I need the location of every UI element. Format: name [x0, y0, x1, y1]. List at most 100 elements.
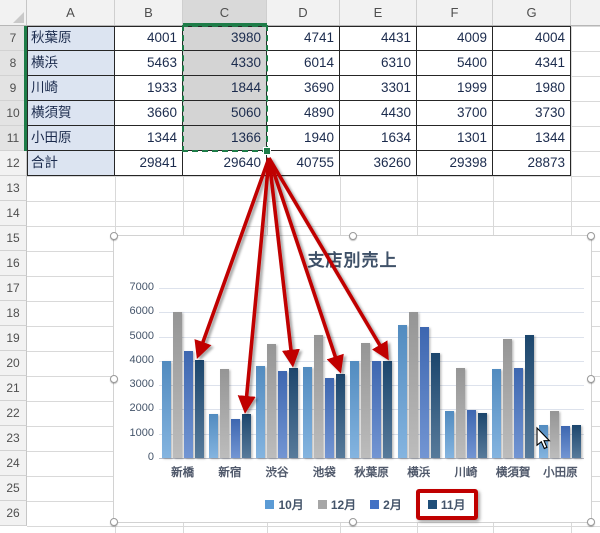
chart-resize-handle[interactable]: [587, 232, 595, 240]
chart-resize-handle[interactable]: [348, 518, 357, 526]
row-header-19[interactable]: 19: [0, 326, 27, 351]
cell-G7[interactable]: 4004: [493, 26, 571, 51]
row-header-15[interactable]: 15: [0, 226, 27, 251]
cell-C10[interactable]: 5060: [183, 101, 267, 126]
legend-item-10月[interactable]: 10月: [265, 496, 304, 513]
bar-12月-横浜[interactable]: [408, 311, 418, 458]
bar-12月-渋谷[interactable]: [267, 343, 277, 458]
cell-B11[interactable]: 1344: [115, 126, 183, 151]
column-header-E[interactable]: E: [340, 0, 417, 25]
cell-E9[interactable]: 3301: [340, 76, 417, 101]
bar-11月-横浜[interactable]: [430, 352, 440, 458]
cell-C8[interactable]: 4330: [183, 51, 267, 76]
bar-12月-新橋[interactable]: [172, 312, 182, 458]
cell-C7[interactable]: 3980: [183, 26, 267, 51]
chart-resize-handle[interactable]: [587, 518, 595, 526]
row-header-11[interactable]: 11: [0, 126, 27, 151]
sales-chart[interactable]: 支店別売上 0 1000 2000 3000 4000 5000 6000 7000 新橋 新宿…: [110, 232, 595, 526]
row-header-14[interactable]: 14: [0, 201, 27, 226]
bar-2月-横浜[interactable]: [419, 326, 429, 458]
row-header-22[interactable]: 22: [0, 401, 27, 426]
row-header-20[interactable]: 20: [0, 351, 27, 376]
bar-12月-小田原[interactable]: [550, 410, 560, 458]
cell-C12[interactable]: 29640: [183, 151, 267, 176]
cell-A12[interactable]: 合計: [27, 151, 115, 176]
chart-resize-handle[interactable]: [110, 232, 118, 240]
row-header-17[interactable]: 17: [0, 276, 27, 301]
bar-11月-小田原[interactable]: [572, 424, 582, 458]
bar-11月-新橋[interactable]: [194, 359, 204, 458]
cell-F7[interactable]: 4009: [417, 26, 493, 51]
bar-10月-渋谷[interactable]: [256, 365, 266, 458]
legend-item-12月[interactable]: 12月: [317, 496, 356, 513]
select-all-corner[interactable]: [0, 0, 27, 26]
cell-D10[interactable]: 4890: [267, 101, 340, 126]
column-header-F[interactable]: F: [417, 0, 493, 25]
row-header-9[interactable]: 9: [0, 76, 27, 101]
bar-10月-新橋[interactable]: [161, 360, 171, 458]
column-header-G[interactable]: G: [493, 0, 571, 25]
row-header-18[interactable]: 18: [0, 301, 27, 326]
bar-2月-横須賀[interactable]: [514, 368, 524, 458]
row-header-7[interactable]: 7: [0, 26, 27, 51]
bar-2月-渋谷[interactable]: [278, 370, 288, 458]
bar-10月-池袋[interactable]: [303, 366, 313, 458]
cell-G10[interactable]: 3730: [493, 101, 571, 126]
cell-F9[interactable]: 1999: [417, 76, 493, 101]
bar-11月-渋谷[interactable]: [289, 368, 299, 458]
bar-11月-新宿[interactable]: [241, 414, 251, 458]
bar-10月-横須賀[interactable]: [492, 369, 502, 458]
bar-10月-小田原[interactable]: [539, 425, 549, 458]
bar-10月-秋葉原[interactable]: [350, 360, 360, 458]
bar-11月-池袋[interactable]: [336, 374, 346, 458]
bar-11月-横須賀[interactable]: [525, 335, 535, 458]
bar-2月-小田原[interactable]: [561, 426, 571, 458]
cell-A9[interactable]: 川崎: [27, 76, 115, 101]
cell-G8[interactable]: 4341: [493, 51, 571, 76]
cell-F10[interactable]: 3700: [417, 101, 493, 126]
cell-B9[interactable]: 1933: [115, 76, 183, 101]
cell-G11[interactable]: 1344: [493, 126, 571, 151]
cell-E11[interactable]: 1634: [340, 126, 417, 151]
chart-resize-handle[interactable]: [348, 232, 357, 240]
bar-2月-新宿[interactable]: [230, 419, 240, 458]
cell-E8[interactable]: 6310: [340, 51, 417, 76]
bar-2月-秋葉原[interactable]: [372, 360, 382, 458]
cell-B12[interactable]: 29841: [115, 151, 183, 176]
cell-E7[interactable]: 4431: [340, 26, 417, 51]
bar-10月-川崎[interactable]: [444, 411, 454, 458]
bar-12月-横須賀[interactable]: [503, 339, 513, 458]
row-header-21[interactable]: 21: [0, 376, 27, 401]
column-header-B[interactable]: B: [115, 0, 183, 25]
bar-12月-川崎[interactable]: [455, 368, 465, 458]
row-header-23[interactable]: 23: [0, 426, 27, 451]
cell-E12[interactable]: 36260: [340, 151, 417, 176]
cell-G12[interactable]: 28873: [493, 151, 571, 176]
legend-item-2月[interactable]: 2月: [370, 496, 402, 513]
cell-C9[interactable]: 1844: [183, 76, 267, 101]
cell-D12[interactable]: 40755: [267, 151, 340, 176]
cell-B8[interactable]: 5463: [115, 51, 183, 76]
bar-2月-川崎[interactable]: [466, 409, 476, 458]
cell-D11[interactable]: 1940: [267, 126, 340, 151]
row-header-25[interactable]: 25: [0, 476, 27, 501]
cell-A10[interactable]: 横須賀: [27, 101, 115, 126]
bar-12月-秋葉原[interactable]: [361, 342, 371, 458]
column-header-D[interactable]: D: [267, 0, 340, 25]
row-header-10[interactable]: 10: [0, 101, 27, 126]
chart-resize-handle[interactable]: [110, 518, 118, 526]
row-header-24[interactable]: 24: [0, 451, 27, 476]
cell-A8[interactable]: 横浜: [27, 51, 115, 76]
row-header-16[interactable]: 16: [0, 251, 27, 276]
bar-11月-川崎[interactable]: [477, 413, 487, 458]
row-header-8[interactable]: 8: [0, 51, 27, 76]
cell-B10[interactable]: 3660: [115, 101, 183, 126]
cell-F8[interactable]: 5400: [417, 51, 493, 76]
column-header-A[interactable]: A: [27, 0, 115, 25]
row-header-12[interactable]: 12: [0, 151, 27, 176]
legend-item-11月[interactable]: 11月: [415, 488, 478, 520]
fill-handle[interactable]: [263, 147, 271, 155]
cell-C11[interactable]: 1366: [183, 126, 267, 151]
cell-A11[interactable]: 小田原: [27, 126, 115, 151]
row-header-13[interactable]: 13: [0, 176, 27, 201]
